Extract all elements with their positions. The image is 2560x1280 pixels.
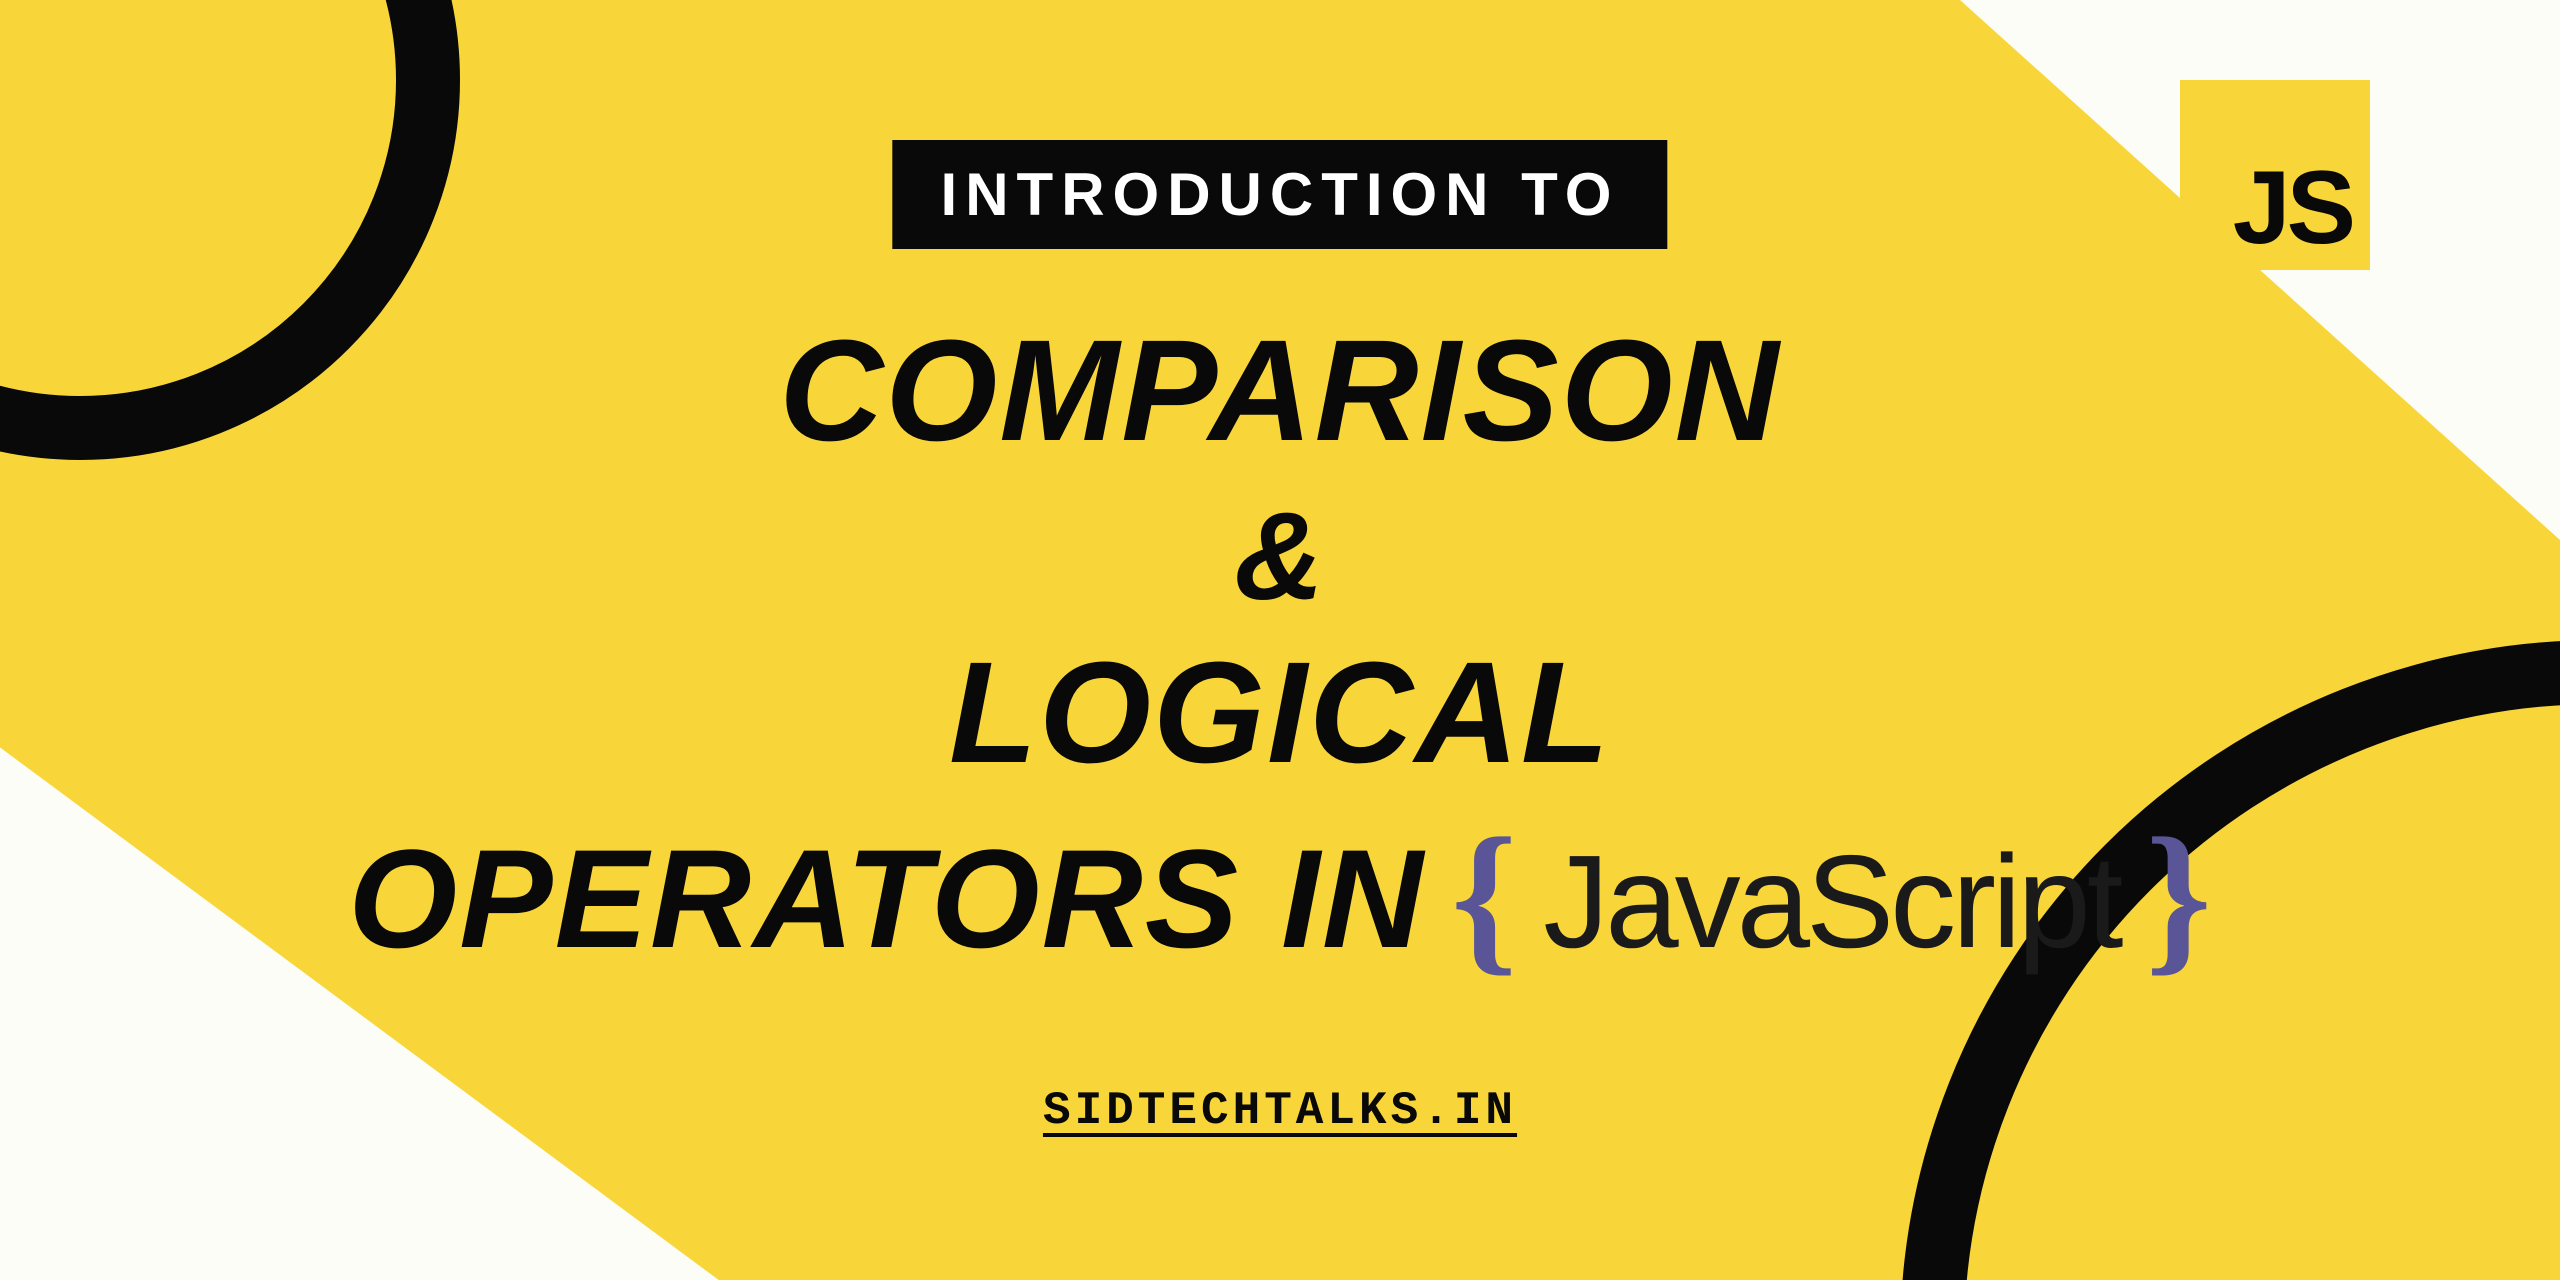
title-line-4-prefix: OPERATORS IN xyxy=(348,829,1425,969)
js-logo-text: JS xyxy=(2233,162,2352,256)
site-link[interactable]: SIDTECHTALKS.IN xyxy=(1043,1085,1517,1137)
title-line-1: COMPARISON xyxy=(779,319,1780,463)
brace-open-icon: { xyxy=(1451,813,1517,981)
intro-label: INTRODUCTION TO xyxy=(893,140,1668,249)
title-line-2: & xyxy=(1234,495,1326,619)
title-stack: INTRODUCTION TO COMPARISON & LOGICAL OPE… xyxy=(348,140,2211,1137)
title-line-4: OPERATORS IN { JavaScript } xyxy=(348,807,2211,975)
language-name: JavaScript xyxy=(1543,836,2119,968)
title-line-3: LOGICAL xyxy=(949,641,1611,785)
brace-close-icon: } xyxy=(2145,813,2211,981)
